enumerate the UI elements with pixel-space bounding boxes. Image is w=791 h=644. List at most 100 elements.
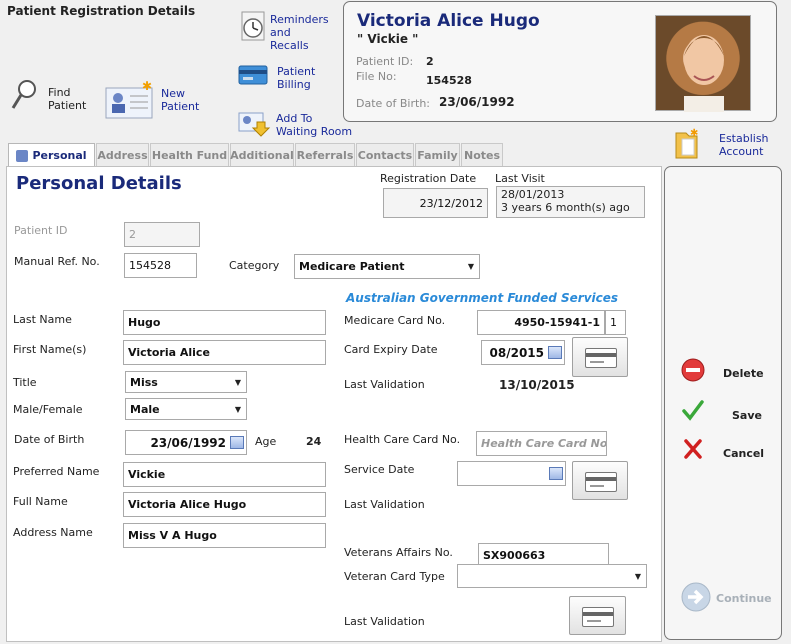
find-patient-label: Find Patient	[48, 86, 87, 112]
patient-summary-card: Victoria Alice Hugo " Vickie " Patient I…	[343, 1, 777, 122]
reminders-recalls-button[interactable]: Reminders and Recalls	[238, 10, 338, 54]
section-title: Personal Details	[16, 173, 182, 194]
last-name-input[interactable]: Hugo	[123, 310, 326, 335]
title-select[interactable]: Miss	[125, 371, 247, 393]
waiting-room-button[interactable]: Add To Waiting Room	[237, 110, 357, 140]
sex-value: Male	[130, 402, 160, 416]
avatar	[684, 35, 724, 112]
magnifier-icon	[11, 80, 36, 109]
manual-ref-field[interactable]: 154528	[124, 253, 197, 278]
patient-id-label: Patient ID:	[356, 55, 414, 68]
category-value: Medicare Patient	[299, 260, 405, 273]
health-care-label: Health Care Card No.	[344, 433, 461, 446]
svg-text:✱: ✱	[142, 80, 152, 93]
new-patient-label: New Patient	[161, 87, 200, 113]
service-date-label: Service Date	[344, 463, 415, 476]
address-name-label: Address Name	[13, 526, 93, 539]
patient-nickname: " Vickie "	[357, 32, 419, 46]
last-visit-ago: 3 years 6 month(s) ago	[501, 201, 630, 214]
category-label: Category	[229, 259, 280, 272]
card-expiry-value: 08/2015	[489, 345, 544, 360]
app-title: Patient Registration Details	[7, 4, 196, 18]
health-care-last-validation-label: Last Validation	[344, 498, 425, 511]
cancel-button[interactable]: Cancel	[680, 436, 770, 464]
new-patient-button[interactable]: ✱ New Patient	[104, 80, 214, 120]
dob-value: 23/06/1992	[439, 95, 515, 109]
save-label: Save	[732, 409, 762, 422]
first-name-label: First Name(s)	[13, 343, 87, 356]
veteran-card-type-label: Veteran Card Type	[344, 570, 445, 583]
tab-personal[interactable]: Personal	[8, 143, 95, 167]
tab-family-label: Family	[417, 149, 458, 162]
medicare-irn-input[interactable]: 1	[605, 310, 626, 335]
medicare-label: Medicare Card No.	[344, 314, 446, 327]
waiting-room-icon	[238, 112, 271, 137]
tab-notes[interactable]: Notes	[461, 143, 503, 167]
health-care-input[interactable]: Health Care Card No	[476, 431, 607, 456]
first-name-input[interactable]: Victoria Alice	[123, 340, 326, 365]
veteran-card-type-select[interactable]	[457, 564, 647, 588]
card-icon	[585, 472, 617, 492]
last-visit-date: 28/01/2013	[501, 188, 565, 201]
svg-text:✱: ✱	[690, 128, 698, 139]
age-value: 24	[306, 435, 322, 448]
tab-contacts[interactable]: Contacts	[356, 143, 414, 167]
medicare-last-validation-value: 13/10/2015	[499, 378, 575, 392]
dob-form-label: Date of Birth	[14, 433, 85, 446]
govt-services-heading: Australian Government Funded Services	[346, 291, 619, 305]
tab-additional[interactable]: Additional	[230, 143, 294, 167]
patient-billing-button[interactable]: Patient Billing	[237, 62, 337, 92]
manual-ref-label: Manual Ref. No.	[14, 255, 100, 268]
card-expiry-input[interactable]: 08/2015	[481, 340, 565, 365]
tab-personal-label: Personal	[32, 149, 87, 162]
last-visit-box: 28/01/2013 3 years 6 month(s) ago	[496, 186, 645, 218]
tab-contacts-label: Contacts	[357, 149, 413, 162]
health-care-verify-button[interactable]	[572, 461, 628, 500]
patient-name: Victoria Alice Hugo	[357, 11, 540, 31]
tab-address[interactable]: Address	[96, 143, 149, 167]
registration-date-label: Registration Date	[380, 172, 477, 185]
veterans-verify-button[interactable]	[569, 596, 626, 635]
dob-label: Date of Birth:	[356, 97, 431, 110]
waiting-room-label: Add To Waiting Room	[276, 112, 353, 138]
calendar-icon[interactable]	[548, 346, 562, 359]
address-name-input[interactable]: Miss V A Hugo	[123, 523, 326, 548]
establish-account-label: Establish Account	[719, 132, 769, 158]
medicare-verify-button[interactable]	[572, 337, 628, 377]
preferred-name-input[interactable]: Vickie	[123, 462, 326, 487]
new-patient-icon: ✱	[105, 80, 153, 119]
patient-id-value: 2	[426, 55, 434, 68]
calendar-icon[interactable]	[549, 467, 563, 480]
find-patient-button[interactable]: Find Patient	[8, 78, 93, 114]
preferred-name-label: Preferred Name	[13, 465, 100, 478]
reminders-label: Reminders and Recalls	[270, 13, 329, 52]
tab-health-fund-label: Health Fund	[151, 149, 228, 162]
sex-select[interactable]: Male	[125, 398, 247, 420]
tab-referrals[interactable]: Referrals	[295, 143, 355, 167]
medicare-no-input[interactable]: 4950-15941-1	[477, 310, 605, 335]
full-name-label: Full Name	[13, 495, 68, 508]
patient-id-form-label: Patient ID	[14, 224, 68, 237]
tab-family[interactable]: Family	[415, 143, 460, 167]
tab-health-fund[interactable]: Health Fund	[150, 143, 229, 167]
continue-label: Continue	[716, 592, 772, 605]
card-icon	[585, 348, 617, 368]
save-button[interactable]: Save	[680, 398, 770, 426]
medicare-no-value: 4950-15941-1	[514, 316, 600, 329]
service-date-input[interactable]	[457, 461, 566, 486]
dob-input[interactable]: 23/06/1992	[125, 430, 247, 455]
full-name-input[interactable]: Victoria Alice Hugo	[123, 492, 326, 517]
category-select[interactable]: Medicare Patient	[294, 254, 480, 279]
calendar-icon[interactable]	[230, 436, 244, 449]
dob-input-value: 23/06/1992	[150, 435, 226, 450]
last-visit-label: Last Visit	[495, 172, 545, 185]
delete-button[interactable]: Delete	[680, 357, 770, 385]
billing-card-icon	[238, 65, 268, 85]
establish-account-button[interactable]: ✱ Establish Account	[672, 127, 782, 161]
file-no-label: File No:	[356, 70, 397, 83]
registration-date-field: 23/12/2012	[383, 188, 488, 218]
age-label: Age	[255, 435, 277, 448]
checkmark-icon	[682, 400, 704, 421]
title-label: Title	[13, 376, 37, 389]
patient-id-field: 2	[124, 222, 200, 247]
